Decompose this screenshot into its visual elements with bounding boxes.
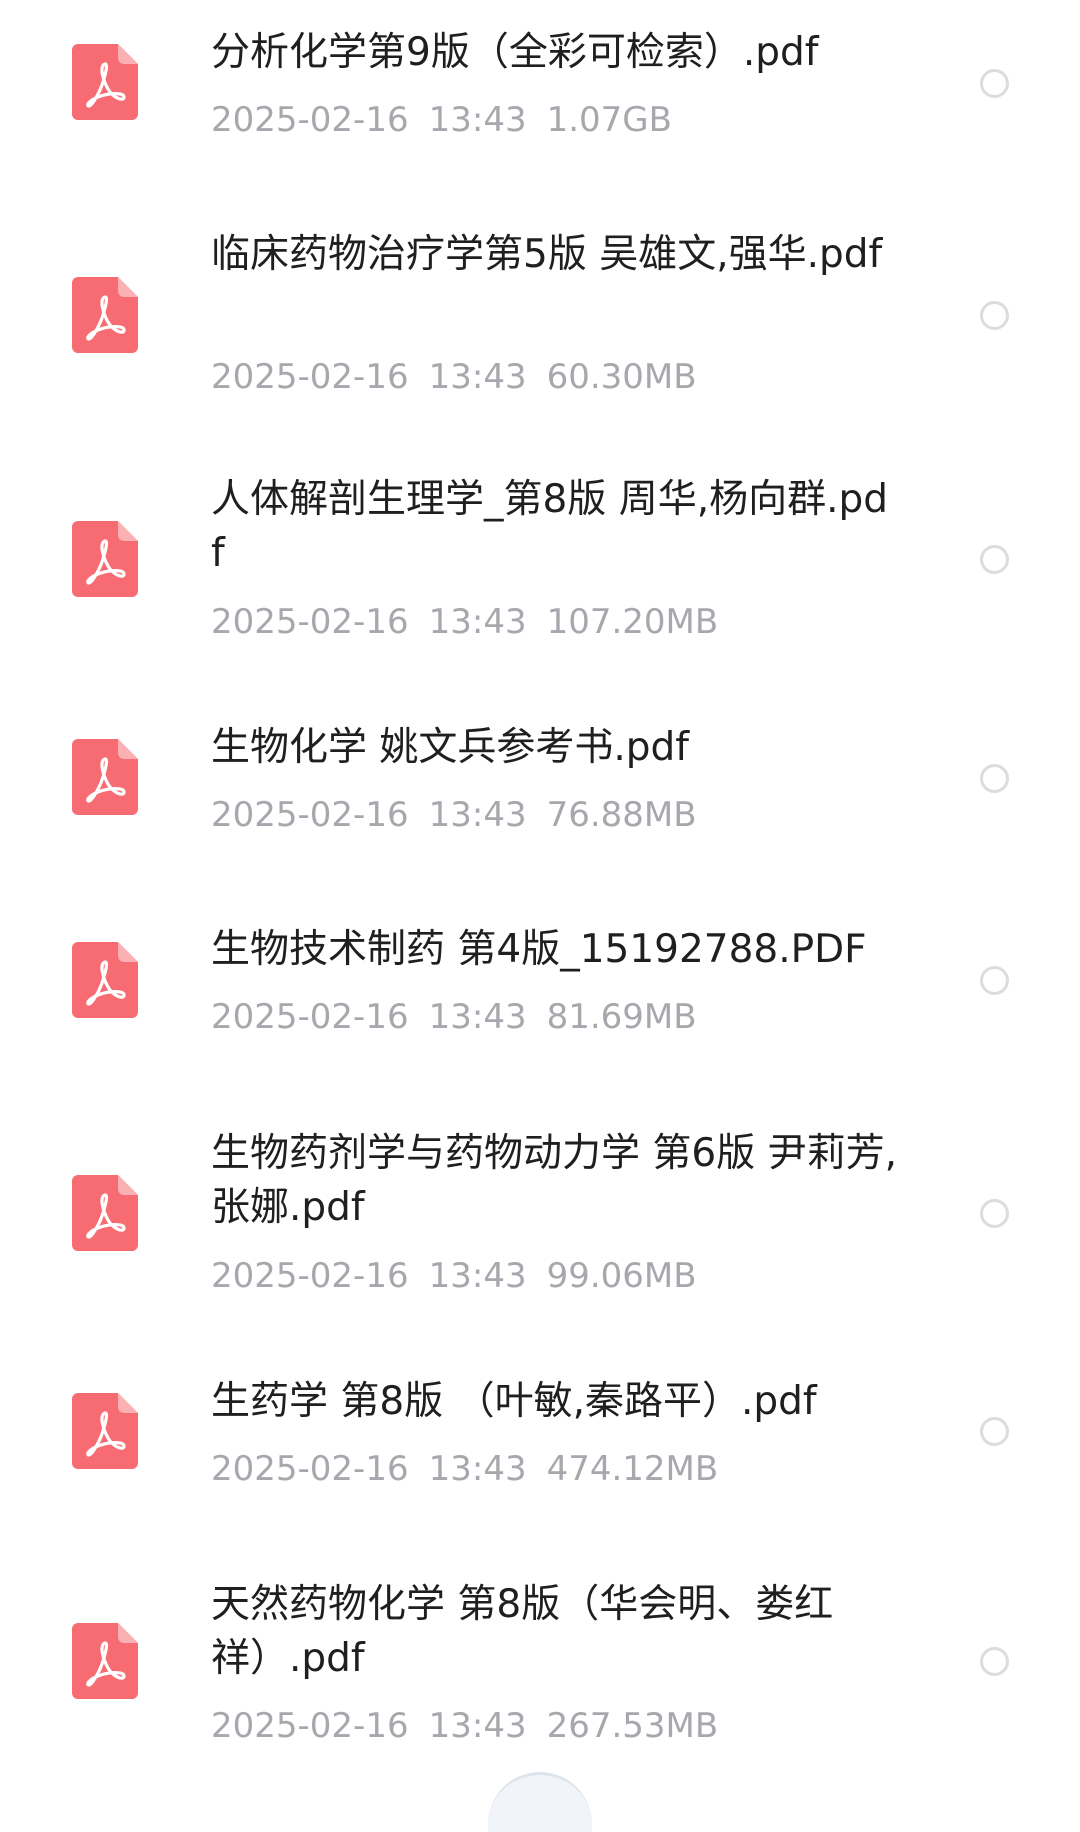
file-meta: 2025-02-16 13:43 76.88MB [211, 795, 697, 835]
file-name: 生药学 第8版 （叶敏,秦路平）.pdf [211, 1379, 817, 1424]
file-size: 267.53MB [546, 1706, 719, 1746]
file-name: 天然药物化学 第8版（华会明、娄红祥）.pdf [211, 1582, 834, 1681]
file-date: 2025-02-16 [211, 602, 409, 642]
file-date: 2025-02-16 [211, 1449, 409, 1489]
file-meta: 2025-02-16 13:43 267.53MB [211, 1706, 718, 1746]
pdf-file-icon [72, 521, 138, 597]
file-size: 81.69MB [546, 997, 697, 1037]
file-row[interactable]: 分析化学第9版（全彩可检索）.pdf 2025-02-16 13:43 1.07GB [0, 0, 1080, 195]
radio-unchecked-icon[interactable] [980, 1417, 1009, 1446]
file-date: 2025-02-16 [211, 1706, 409, 1746]
file-size: 474.12MB [546, 1449, 719, 1489]
file-meta: 2025-02-16 13:43 60.30MB [211, 357, 697, 397]
file-size: 60.30MB [546, 357, 697, 397]
file-time: 13:43 [428, 1256, 527, 1296]
file-row[interactable]: 生物药剂学与药物动力学 第6版 尹莉芳,张娜.pdf 2025-02-16 13:… [0, 1108, 1080, 1351]
file-name: 生物药剂学与药物动力学 第6版 尹莉芳,张娜.pdf [211, 1131, 898, 1230]
file-date: 2025-02-16 [211, 100, 409, 140]
file-row[interactable]: 生物化学 姚文兵参考书.pdf 2025-02-16 13:43 76.88MB [0, 681, 1080, 876]
file-size: 99.06MB [546, 1256, 697, 1296]
file-name: 生物技术制药 第4版_15192788.PDF [211, 927, 867, 972]
file-time: 13:43 [428, 602, 527, 642]
radio-unchecked-icon[interactable] [980, 1199, 1009, 1228]
file-date: 2025-02-16 [211, 1256, 409, 1296]
file-row[interactable]: 人体解剖生理学_第8版 周华,杨向群.pdf 2025-02-16 13:43 10… [0, 438, 1080, 681]
file-name: 临床药物治疗学第5版 吴雄文,强华.pdf [211, 232, 883, 277]
file-meta: 2025-02-16 13:43 107.20MB [211, 602, 718, 642]
pdf-file-icon [72, 1393, 138, 1469]
radio-unchecked-icon[interactable] [980, 764, 1009, 793]
file-date: 2025-02-16 [211, 357, 409, 397]
radio-unchecked-icon[interactable] [980, 966, 1009, 995]
file-meta: 2025-02-16 13:43 81.69MB [211, 997, 697, 1037]
pdf-file-icon [72, 1623, 138, 1699]
file-time: 13:43 [428, 1706, 527, 1746]
file-name: 生物化学 姚文兵参考书.pdf [211, 725, 690, 770]
file-row[interactable]: 天然药物化学 第8版（华会明、娄红祥）.pdf 2025-02-16 13:43 2… [0, 1548, 1080, 1788]
file-time: 13:43 [428, 795, 527, 835]
pdf-file-icon [72, 277, 138, 353]
file-size: 107.20MB [546, 602, 719, 642]
file-row[interactable]: 生药学 第8版 （叶敏,秦路平）.pdf 2025-02-16 13:43 474.… [0, 1351, 1080, 1548]
pdf-file-icon [72, 739, 138, 815]
radio-unchecked-icon[interactable] [980, 301, 1009, 330]
file-time: 13:43 [428, 357, 527, 397]
pdf-file-icon [72, 1175, 138, 1251]
file-date: 2025-02-16 [211, 997, 409, 1037]
file-time: 13:43 [428, 1449, 527, 1489]
radio-unchecked-icon[interactable] [980, 545, 1009, 574]
file-row[interactable]: 临床药物治疗学第5版 吴雄文,强华.pdf 2025-02-16 13:43 60.… [0, 195, 1080, 438]
file-size: 76.88MB [546, 795, 697, 835]
pdf-file-icon [72, 942, 138, 1018]
file-time: 13:43 [428, 997, 527, 1037]
radio-unchecked-icon[interactable] [980, 1647, 1009, 1676]
file-meta: 2025-02-16 13:43 99.06MB [211, 1256, 697, 1296]
file-name: 人体解剖生理学_第8版 周华,杨向群.pdf [211, 477, 889, 576]
file-row[interactable]: 生物技术制药 第4版_15192788.PDF 2025-02-16 13:43 8… [0, 876, 1080, 1108]
radio-unchecked-icon[interactable] [980, 69, 1009, 98]
file-meta: 2025-02-16 13:43 474.12MB [211, 1449, 718, 1489]
file-name: 分析化学第9版（全彩可检索）.pdf [211, 30, 819, 75]
file-date: 2025-02-16 [211, 795, 409, 835]
file-meta: 2025-02-16 13:43 1.07GB [211, 100, 672, 140]
pdf-file-icon [72, 44, 138, 120]
file-time: 13:43 [428, 100, 527, 140]
file-size: 1.07GB [546, 100, 672, 140]
